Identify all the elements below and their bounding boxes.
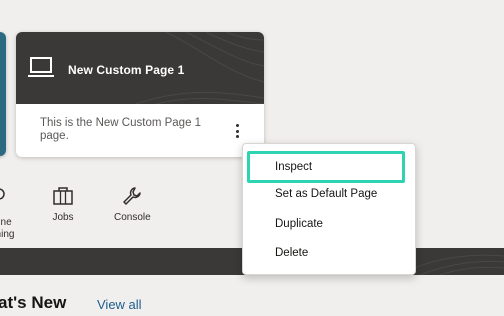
view-all-link[interactable]: View all	[97, 297, 142, 312]
kebab-dot-icon	[235, 124, 239, 127]
kebab-dot-icon	[235, 135, 239, 138]
card-title: New Custom Page 1	[68, 63, 185, 77]
nav-item-console[interactable]: Console	[114, 186, 151, 223]
briefcase-icon	[53, 187, 73, 205]
laptop-icon	[28, 57, 54, 77]
menu-item-delete[interactable]: Delete	[243, 240, 415, 268]
card-description: This is the New Custom Page 1 page.	[40, 117, 202, 142]
nav-item-partial[interactable]: ine ning	[0, 186, 20, 241]
partial-icon	[0, 188, 5, 200]
more-actions-kebab-button[interactable]	[229, 120, 245, 142]
nav-item-jobs[interactable]: Jobs	[52, 186, 74, 223]
context-menu: Inspect Set as Default Page Duplicate De…	[242, 143, 416, 275]
section-title: at's New	[0, 293, 67, 312]
adjacent-card-edge[interactable]	[0, 32, 6, 156]
nav-item-console-label: Console	[114, 212, 151, 223]
card-header: New Custom Page 1	[16, 32, 264, 104]
kebab-dot-icon	[235, 129, 239, 133]
menu-item-set-default[interactable]: Set as Default Page	[243, 181, 415, 209]
menu-item-duplicate[interactable]: Duplicate	[243, 211, 415, 239]
wrench-icon	[123, 187, 142, 205]
menu-item-label: Delete	[275, 247, 309, 259]
nav-item-partial-label: ine ning	[0, 217, 15, 240]
nav-item-jobs-label: Jobs	[52, 212, 74, 223]
menu-item-inspect[interactable]: Inspect	[247, 151, 405, 183]
menu-item-label: Set as Default Page	[275, 188, 378, 200]
custom-page-card[interactable]: New Custom Page 1 This is the New Custom…	[16, 32, 264, 157]
menu-item-label: Inspect	[275, 161, 313, 173]
menu-item-label: Duplicate	[275, 218, 323, 230]
